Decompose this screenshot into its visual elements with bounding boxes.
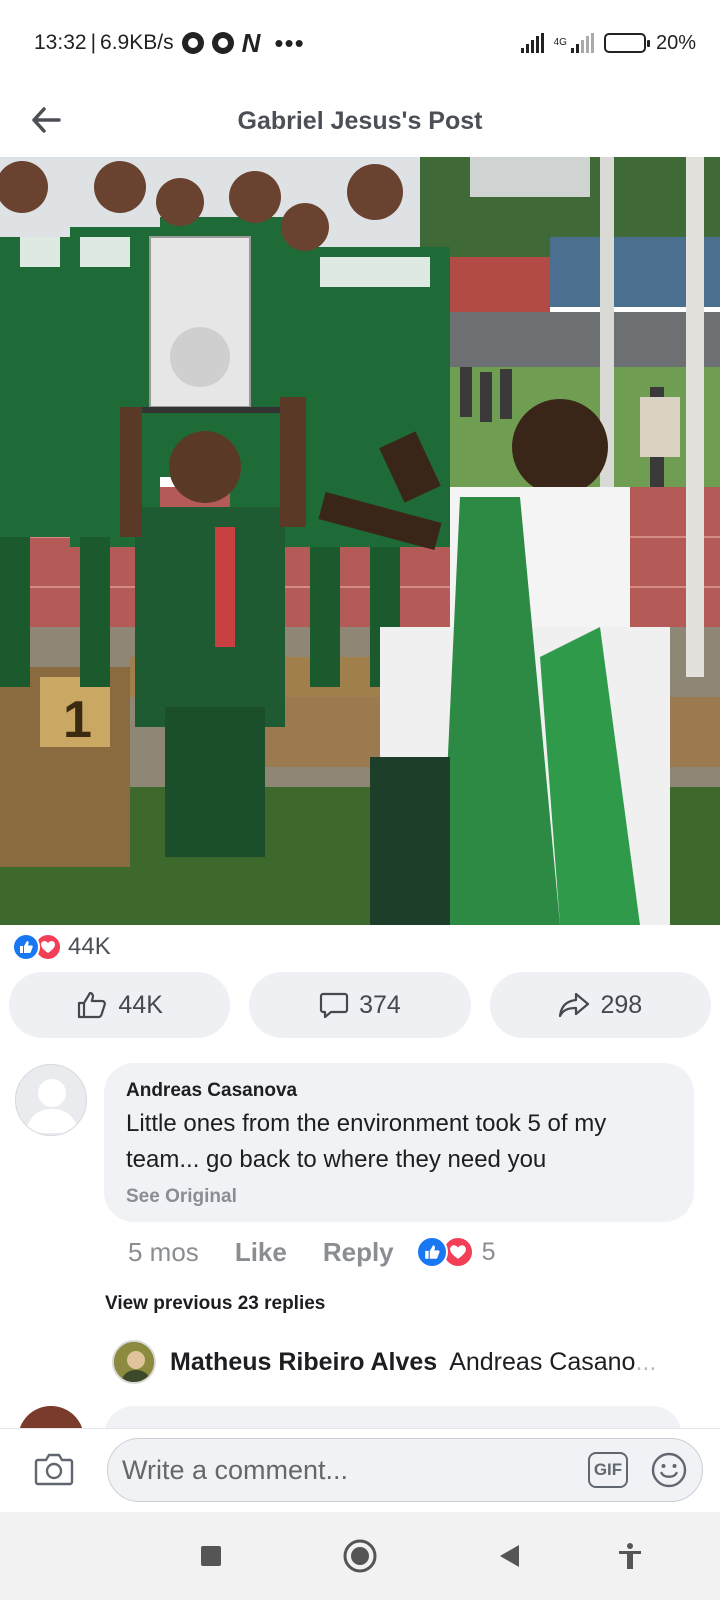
avatar[interactable] [112,1340,156,1384]
status-separator: | [90,31,97,54]
comment-reaction-count: 5 [481,1237,496,1266]
thumbs-up-icon [78,991,107,1019]
comment-age: 5 mos [128,1236,199,1267]
comment-meta: 5 mos Like Reply 5 [128,1232,496,1272]
chrome-icon [181,32,204,54]
comment-author[interactable]: Andreas Casanova [126,1080,672,1102]
comment-text: Little ones from the environment took 5 … [126,1110,607,1173]
back-button[interactable] [22,96,70,144]
square-icon [201,1546,221,1566]
post-actions: 44K 374 298 [9,972,711,1038]
netflix-icon: N [241,27,261,58]
share-button[interactable]: 298 [489,972,711,1038]
battery-icon [603,33,650,53]
status-bar: 13:32 | 6.9KB/s N ••• 4G 20% [0,0,720,86]
accessibility-button[interactable] [606,1532,654,1580]
reply-item[interactable]: Matheus Ribeiro Alves Andreas Casano [112,1339,672,1385]
status-time: 13:32 [34,31,87,54]
battery-percent: 20% [655,31,696,54]
comment-button[interactable]: 374 [249,972,471,1038]
signal-icon [520,33,544,53]
comment-like-button[interactable]: Like [235,1237,287,1268]
team-photo: 1 [0,157,720,925]
chrome-icon [211,32,234,54]
back-nav-button[interactable] [485,1532,533,1580]
default-avatar-icon [26,1079,78,1133]
home-button[interactable] [336,1532,384,1580]
comment-bubble-icon [320,992,349,1019]
reply-text-preview: Andreas Casano [449,1348,656,1377]
circle-home-icon [343,1539,377,1573]
emoji-button[interactable] [650,1451,688,1489]
reply-author[interactable]: Matheus Ribeiro Alves [170,1348,437,1377]
see-original-link[interactable]: See Original [126,1186,672,1208]
like-count: 44K [118,990,163,1019]
comment-composer: Write a comment... GIF [0,1428,720,1512]
recents-button[interactable] [187,1532,235,1580]
like-reaction-icon [415,1236,448,1268]
status-right: 4G 20% [520,31,696,55]
smiley-icon [651,1452,687,1488]
comment-input[interactable]: Write a comment... GIF [107,1438,703,1502]
svg-text:1: 1 [63,691,92,749]
share-count: 298 [600,990,643,1019]
reaction-total: 44K [68,933,111,960]
avatar[interactable] [15,1064,87,1136]
reply-avatar-image [114,1342,154,1382]
network-type: 4G [553,37,567,48]
share-arrow-icon [559,992,590,1018]
post-photo[interactable]: 1 [0,157,720,925]
arrow-left-icon [32,107,61,133]
reaction-summary[interactable]: 44K [12,930,111,964]
system-nav-bar [0,1512,720,1600]
status-net-speed: 6.9KB/s [100,31,174,54]
notification-icons: N ••• [181,27,305,59]
triangle-back-icon [500,1545,519,1567]
view-previous-replies[interactable]: View previous 23 replies [105,1293,325,1315]
more-dots-icon: ••• [274,28,305,58]
comment-reactions[interactable]: 5 [415,1236,496,1268]
comment-bubble[interactable]: Andreas Casanova Little ones from the en… [104,1063,694,1222]
comment-count: 374 [359,990,401,1019]
like-button[interactable]: 44K [9,972,231,1038]
comment-reply-button[interactable]: Reply [323,1237,394,1268]
comment-placeholder[interactable]: Write a comment... [122,1455,588,1486]
camera-icon [34,1453,74,1486]
camera-button[interactable] [34,1451,74,1487]
like-reaction-icon [12,933,40,961]
accessibility-icon [619,1543,641,1569]
page-title: Gabriel Jesus's Post [237,106,483,135]
post-header: Gabriel Jesus's Post [0,86,720,156]
signal-4g-icon [570,33,594,53]
gif-button[interactable]: GIF [588,1452,628,1488]
status-left: 13:32 | 6.9KB/s N ••• [34,28,305,59]
